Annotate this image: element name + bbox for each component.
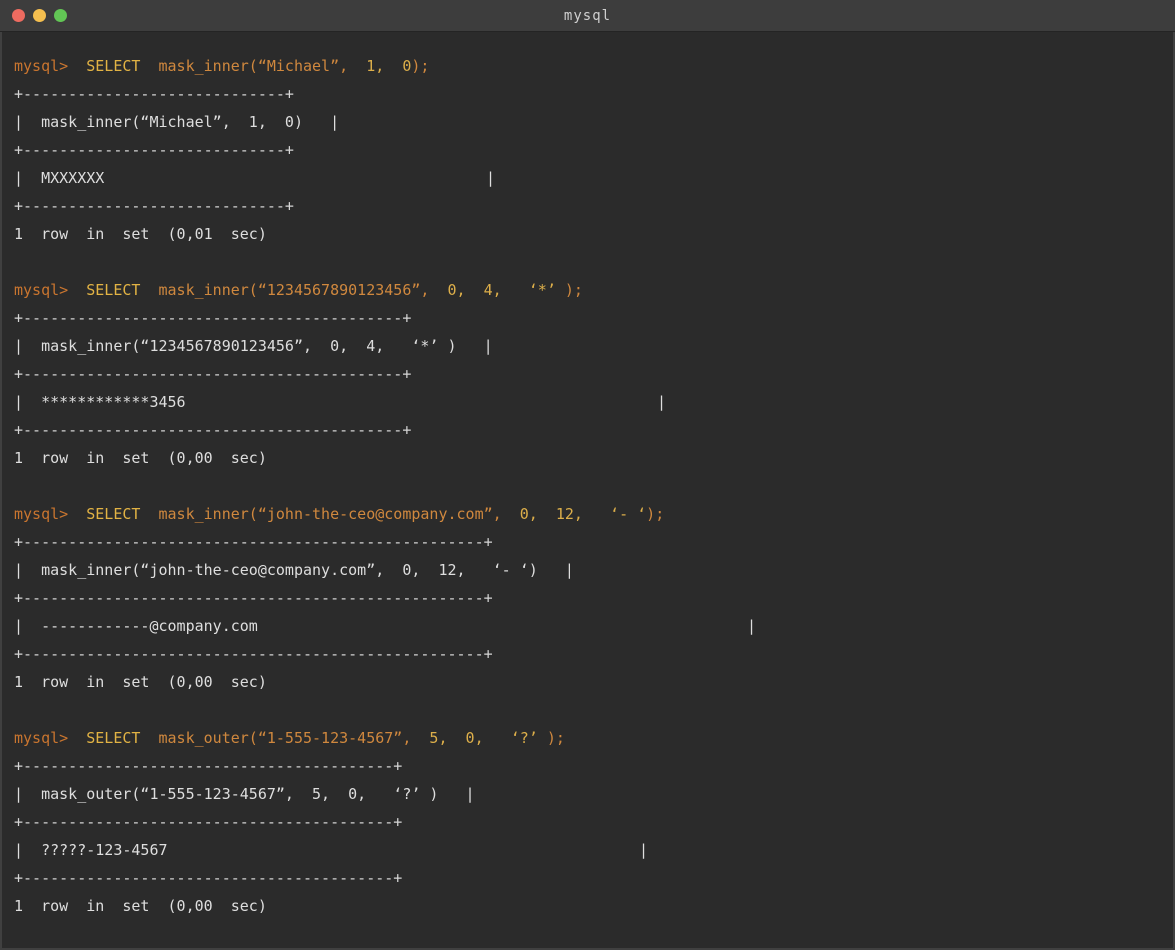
status-line: 1 row in set (0,00 sec)	[14, 892, 1173, 920]
query-line: mysql> SELECT mask_inner(“12345678901234…	[14, 276, 1173, 304]
query-block: mysql> SELECT mask_outer(“1-555-123-4567…	[14, 724, 1173, 920]
status-line: 1 row in set (0,00 sec)	[14, 668, 1173, 696]
table-border-top: +-----------------------------+	[14, 80, 1173, 108]
result-right-pipe: |	[657, 388, 666, 416]
result-right-pipe: |	[486, 164, 495, 192]
query-line: mysql> SELECT mask_outer(“1-555-123-4567…	[14, 724, 1173, 752]
table-header-row: | mask_outer(“1-555-123-4567”, 5, 0, ‘?’…	[14, 780, 1173, 808]
sql-segment-number: 1, 0	[348, 57, 411, 75]
query-line: mysql> SELECT mask_inner(“Michael”, 1, 0…	[14, 52, 1173, 80]
table-border-top: +---------------------------------------…	[14, 528, 1173, 556]
table-border-middle: +---------------------------------------…	[14, 808, 1173, 836]
result-value: | ************3456	[14, 393, 186, 411]
table-border-middle: +---------------------------------------…	[14, 584, 1173, 612]
result-right-pipe: |	[639, 836, 648, 864]
query-line: mysql> SELECT mask_inner(“john-the-ceo@c…	[14, 500, 1173, 528]
terminal-body[interactable]: mysql> SELECT mask_inner(“Michael”, 1, 0…	[0, 32, 1175, 950]
sql-segment-code: mask_inner(“Michael”,	[140, 57, 348, 75]
table-border-top: +---------------------------------------…	[14, 752, 1173, 780]
window-title: mysql	[0, 8, 1175, 24]
shell-prompt: mysql>	[14, 281, 68, 299]
result-value: | ?????-123-4567	[14, 841, 168, 859]
table-border-bottom: +---------------------------------------…	[14, 864, 1173, 892]
table-header-row: | mask_inner(“1234567890123456”, 0, 4, ‘…	[14, 332, 1173, 360]
table-result-row: | ?????-123-4567 |	[14, 836, 1173, 864]
table-result-row: | MXXXXXX |	[14, 164, 1173, 192]
query-block: mysql> SELECT mask_inner(“john-the-ceo@c…	[14, 500, 1173, 696]
status-line: 1 row in set (0,00 sec)	[14, 444, 1173, 472]
table-border-bottom: +---------------------------------------…	[14, 416, 1173, 444]
shell-prompt: mysql>	[14, 57, 68, 75]
table-header-row: | mask_inner(“Michael”, 1, 0) |	[14, 108, 1173, 136]
table-border-top: +---------------------------------------…	[14, 304, 1173, 332]
sql-segment-code: mask_inner(“1234567890123456”,	[140, 281, 429, 299]
shell-prompt: mysql>	[14, 505, 68, 523]
sql-segment-code: mask_outer(“1-555-123-4567”,	[140, 729, 411, 747]
sql-segment-code: );	[538, 729, 565, 747]
query-block: mysql> SELECT mask_inner(“12345678901234…	[14, 276, 1173, 472]
status-line: 1 row in set (0,01 sec)	[14, 220, 1173, 248]
result-value: | MXXXXXX	[14, 169, 104, 187]
table-border-middle: +-----------------------------+	[14, 136, 1173, 164]
sql-segment-code: );	[646, 505, 664, 523]
terminal-window: mysql mysql> SELECT mask_inner(“Michael”…	[0, 0, 1175, 926]
sql-segment-code: );	[411, 57, 429, 75]
table-result-row: | ------------@company.com |	[14, 612, 1173, 640]
sql-segment-number: 5, 0, ‘?’	[411, 729, 537, 747]
sql-segment-code: mask_inner(“john-the-ceo@company.com”,	[140, 505, 501, 523]
sql-segment-code: );	[556, 281, 583, 299]
sql-segment-keyword: SELECT	[68, 57, 140, 75]
table-header-row: | mask_inner(“john-the-ceo@company.com”,…	[14, 556, 1173, 584]
table-result-row: | ************3456 |	[14, 388, 1173, 416]
sql-segment-number: 0, 12, ‘- ‘	[502, 505, 647, 523]
result-value: | ------------@company.com	[14, 617, 258, 635]
table-border-bottom: +-----------------------------+	[14, 192, 1173, 220]
window-titlebar[interactable]: mysql	[0, 0, 1175, 32]
sql-segment-keyword: SELECT	[68, 281, 140, 299]
table-border-bottom: +---------------------------------------…	[14, 640, 1173, 668]
sql-segment-number: 0, 4, ‘*’	[429, 281, 555, 299]
result-right-pipe: |	[747, 612, 756, 640]
query-block: mysql> SELECT mask_inner(“Michael”, 1, 0…	[14, 52, 1173, 248]
shell-prompt: mysql>	[14, 729, 68, 747]
sql-segment-keyword: SELECT	[68, 505, 140, 523]
table-border-middle: +---------------------------------------…	[14, 360, 1173, 388]
sql-segment-keyword: SELECT	[68, 729, 140, 747]
